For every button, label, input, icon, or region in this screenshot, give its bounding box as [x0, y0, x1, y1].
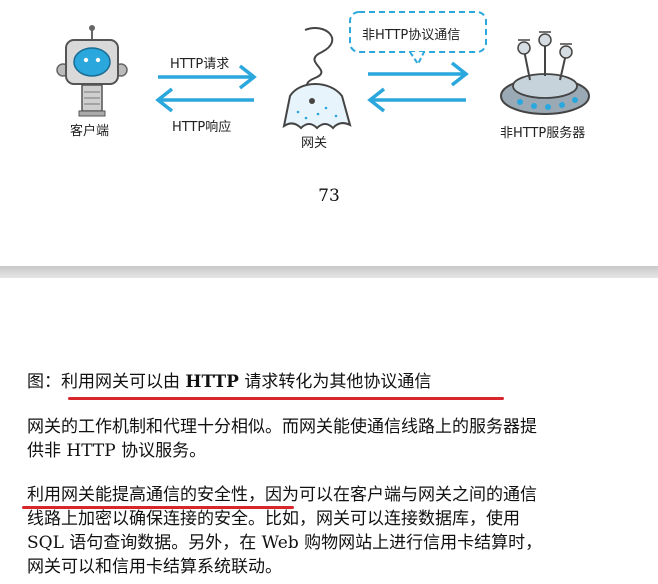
paragraph-2-line-2: 线路上加密以确保连接的安全。比如，网关可以连接数据库，使用: [27, 509, 520, 529]
client-robot-icon: [56, 25, 128, 117]
paragraph-1-line-1: 网关的工作机制和代理十分相似。而网关能使通信线路上的服务器提: [27, 417, 537, 437]
paragraph-2-line-3: SQL 语句查询数据。另外，在 Web 购物网站上进行信用卡结算时，: [27, 533, 543, 553]
paragraph-1-line-2: 供非 HTTP 协议服务。: [27, 441, 207, 461]
gateway-label: 网关: [301, 136, 328, 151]
paragraph-2-highlight: 利用网关能提高通信的安全性: [27, 485, 248, 505]
caption-underline: [68, 397, 504, 400]
client-label: 客户端: [70, 124, 110, 139]
paragraph-2: 利用网关能提高通信的安全性，因为可以在客户端与网关之间的通信 线路上加密以确保连…: [27, 483, 637, 579]
page-separator: [0, 266, 658, 278]
figure-caption: 图：利用网关可以由 HTTP 请求转化为其他协议通信: [27, 370, 637, 394]
gateway-ghost-icon: [282, 27, 352, 130]
response-label: HTTP响应: [172, 120, 232, 135]
highlight-underline: [22, 506, 294, 509]
caption-part1: 利用网关可以由: [61, 372, 186, 392]
caption-part2: 请求转化为其他协议通信: [238, 372, 432, 392]
request-label: HTTP请求: [170, 57, 230, 72]
current-page: 图：利用网关可以由 HTTP 请求转化为其他协议通信 网关的工作机制和代理十分相…: [0, 278, 658, 584]
protocol-back-arrow-icon: [367, 87, 466, 113]
protocol-forward-arrow-icon: [368, 61, 469, 87]
server-ufo-icon: [500, 31, 590, 115]
page-number: 73: [318, 186, 340, 206]
previous-page: 客户端 HTTP请求 HTTP响应 网关 非HTTP协议通信 非HTTP服务器 …: [0, 0, 658, 266]
protocol-label: 非HTTP协议通信: [362, 28, 461, 43]
response-arrow-icon: [155, 87, 254, 113]
paragraph-2-line-1-rest: ，因为可以在客户端与网关之间的通信: [248, 485, 537, 505]
server-label: 非HTTP服务器: [500, 126, 586, 141]
caption-prefix: 图：: [27, 372, 61, 392]
caption-http: HTTP: [185, 372, 239, 392]
paragraph-2-line-4: 网关可以和信用卡结算系统联动。: [27, 557, 282, 577]
paragraph-1: 网关的工作机制和代理十分相似。而网关能使通信线路上的服务器提 供非 HTTP 协…: [27, 415, 637, 463]
